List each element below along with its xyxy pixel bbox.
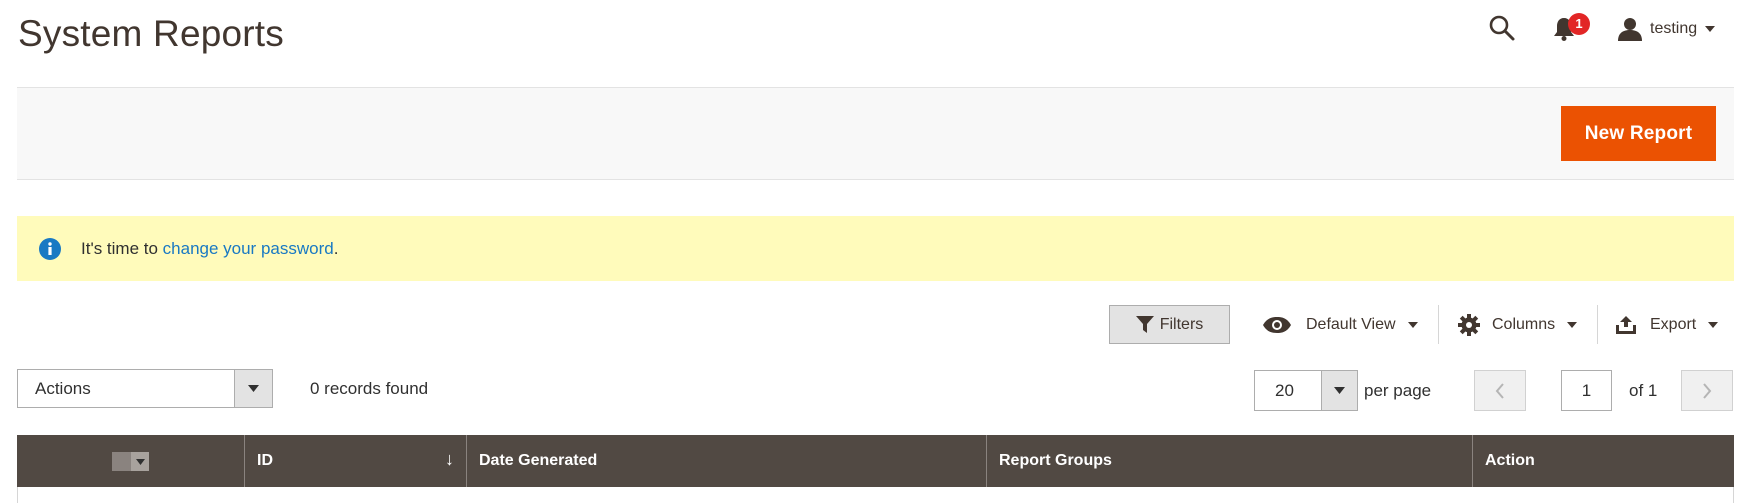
chevron-right-icon [1703,382,1712,399]
notification-count-badge[interactable]: 1 [1568,13,1590,35]
column-header-id[interactable]: ID ↓ [244,435,466,487]
column-header-label: Report Groups [999,452,1112,469]
export-control[interactable]: Export [1616,305,1719,344]
records-found-count: 0 records found [310,379,429,398]
per-page-toggle[interactable] [1321,371,1357,410]
sort-descending-icon: ↓ [445,449,454,469]
gear-icon [1458,313,1480,336]
filters-button[interactable]: Filters [1109,305,1230,344]
chevron-down-icon [1334,387,1345,394]
view-label: Default View [1306,315,1396,333]
column-header-report-groups[interactable]: Report Groups [986,435,1472,487]
per-page-select[interactable]: 20 [1254,370,1358,411]
eye-icon [1263,316,1291,333]
notice-suffix: . [333,238,339,258]
grid-header-row: ID ↓ Date Generated Report Groups Action [17,435,1734,487]
chevron-down-icon [248,385,259,392]
column-header-label: Date Generated [479,452,598,469]
user-icon [1618,18,1642,41]
info-icon [39,237,61,260]
page-actions-bar: New Report [17,87,1734,180]
mass-actions-label: Actions [35,379,91,398]
per-page-value: 20 [1275,381,1294,400]
export-label: Export [1650,315,1697,333]
new-report-button[interactable]: New Report [1561,106,1716,161]
chevron-left-icon [1495,382,1504,399]
view-switcher[interactable]: Default View [1262,305,1418,344]
previous-page-button[interactable] [1474,370,1526,411]
notice-text: It's time to change your password. [81,239,338,259]
mass-actions-select[interactable]: Actions [17,369,273,408]
page-title: System Reports [18,13,284,54]
password-change-notice: It's time to change your password. [17,216,1734,281]
notice-prefix: It's time to [81,238,163,258]
toolbar-divider [1597,305,1598,344]
current-page-input[interactable]: 1 [1561,370,1612,411]
change-password-link[interactable]: change your password [163,239,334,258]
search-icon[interactable] [1488,14,1516,42]
grid-body [17,487,1734,503]
per-page-label: per page [1364,381,1432,400]
column-header-action: Action [1472,435,1734,487]
export-upload-icon [1616,315,1636,334]
next-page-button[interactable] [1681,370,1733,411]
chevron-down-icon [1705,26,1716,32]
chevron-down-icon [1407,321,1418,328]
user-account-menu[interactable]: testing [1618,14,1716,44]
chevron-down-icon [1567,321,1578,328]
checkbox[interactable] [112,452,131,471]
funnel-icon [1135,315,1154,333]
user-name-label: testing [1650,20,1698,37]
columns-control[interactable]: Columns [1458,305,1578,344]
filters-label: Filters [1159,315,1204,333]
toolbar-divider [1438,305,1439,344]
column-header-label: Action [1485,452,1535,469]
select-all-dropdown[interactable] [131,452,149,471]
select-all-column [17,435,244,487]
column-header-label: ID [257,452,273,469]
chevron-down-icon [1708,321,1719,328]
select-all-checkbox[interactable] [112,452,149,471]
column-header-date-generated[interactable]: Date Generated [466,435,986,487]
columns-label: Columns [1492,315,1556,333]
total-pages-label: of 1 [1629,381,1658,400]
page-header: System Reports 1 testing [0,0,1750,88]
mass-actions-toggle[interactable] [234,370,272,407]
chevron-down-icon [135,458,145,465]
